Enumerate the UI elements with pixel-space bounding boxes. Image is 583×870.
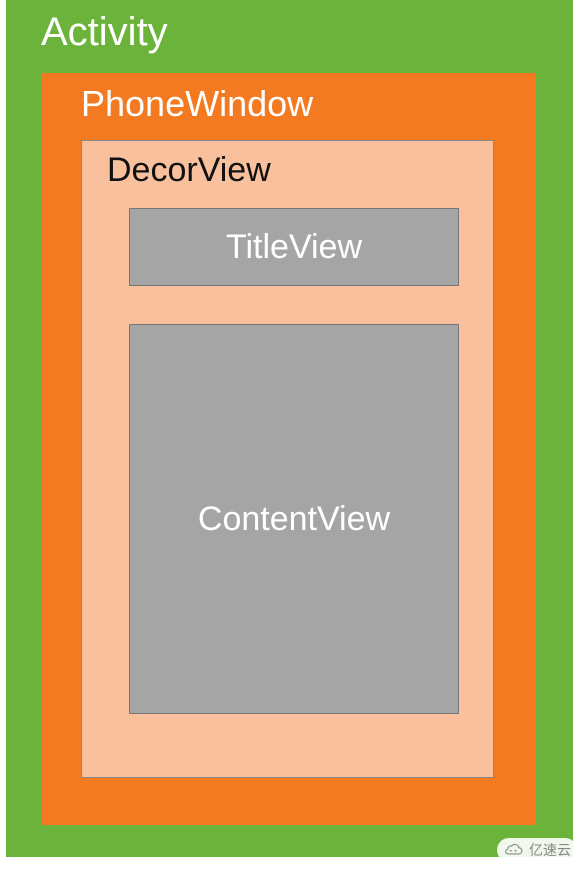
activity-container: Activity PhoneWindow DecorView TitleView… bbox=[6, 0, 573, 857]
content-view-box: ContentView bbox=[129, 324, 459, 714]
title-view-label: TitleView bbox=[226, 228, 362, 267]
decor-view-container: DecorView TitleView ContentView bbox=[81, 140, 494, 778]
watermark: 亿速云 bbox=[497, 838, 577, 862]
phone-window-container: PhoneWindow DecorView TitleView ContentV… bbox=[41, 73, 536, 825]
phone-window-label: PhoneWindow bbox=[81, 83, 506, 125]
cloud-icon bbox=[503, 842, 525, 858]
title-view-box: TitleView bbox=[129, 208, 459, 286]
activity-label: Activity bbox=[41, 10, 543, 55]
decor-view-label: DecorView bbox=[107, 151, 463, 190]
content-view-label: ContentView bbox=[198, 500, 390, 539]
watermark-text: 亿速云 bbox=[529, 840, 571, 860]
